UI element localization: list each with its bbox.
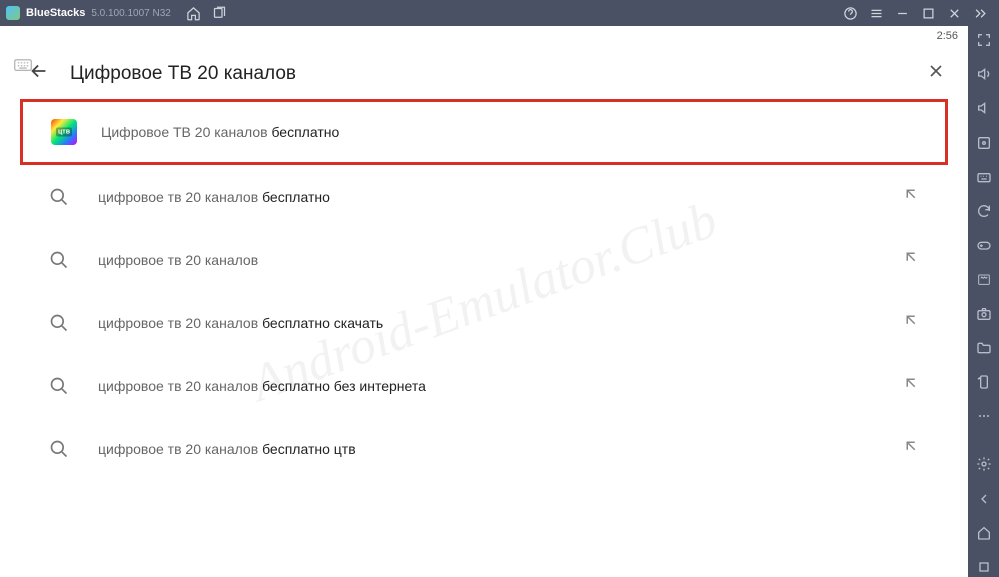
search-result-row[interactable]: цифровое тв 20 каналов бесплатно скачать	[20, 291, 948, 354]
result-text: цифровое тв 20 каналов бесплатно цтв	[98, 441, 902, 457]
rotate-icon[interactable]	[973, 372, 995, 392]
apk-install-icon[interactable]	[973, 269, 995, 289]
more-icon[interactable]	[973, 406, 995, 426]
clear-search-icon[interactable]	[926, 61, 946, 86]
keymap-icon[interactable]	[973, 167, 995, 187]
home-icon[interactable]	[181, 0, 207, 26]
result-text: цифровое тв 20 каналов бесплатно	[98, 189, 902, 205]
search-results: Цифровое ТВ 20 каналов бесплатно цифровое…	[0, 95, 968, 484]
volume-down-icon[interactable]	[973, 98, 995, 118]
menu-icon[interactable]	[863, 0, 889, 26]
search-icon	[48, 439, 70, 459]
search-icon	[48, 313, 70, 333]
titlebar: BlueStacks 5.0.100.1007 N32	[0, 0, 999, 26]
android-statusbar: 2:56	[0, 26, 968, 46]
nav-back-icon[interactable]	[973, 488, 995, 508]
search-icon	[48, 250, 70, 270]
insert-arrow-icon[interactable]	[902, 185, 920, 208]
keyboard-icon[interactable]	[14, 58, 32, 76]
result-text: цифровое тв 20 каналов	[98, 252, 902, 268]
controller-icon[interactable]	[973, 235, 995, 255]
lock-cursor-icon[interactable]	[973, 133, 995, 153]
search-result-row[interactable]: цифровое тв 20 каналов бесплатно	[20, 165, 948, 228]
close-window-icon[interactable]	[941, 0, 967, 26]
maximize-icon[interactable]	[915, 0, 941, 26]
fullscreen-icon[interactable]	[973, 30, 995, 50]
insert-arrow-icon[interactable]	[902, 374, 920, 397]
nav-home-icon[interactable]	[973, 523, 995, 543]
search-result-row[interactable]: цифровое тв 20 каналов	[20, 228, 948, 291]
bluestacks-logo-icon	[6, 6, 20, 20]
search-header: Цифровое ТВ 20 каналов	[0, 46, 968, 95]
search-result-row[interactable]: цифровое тв 20 каналов бесплатно цтв	[20, 417, 948, 480]
sync-icon[interactable]	[973, 201, 995, 221]
insert-arrow-icon[interactable]	[902, 311, 920, 334]
screenshot-icon[interactable]	[973, 304, 995, 324]
volume-up-icon[interactable]	[973, 64, 995, 84]
search-result-row[interactable]: Цифровое ТВ 20 каналов бесплатно	[20, 99, 948, 165]
insert-arrow-icon[interactable]	[902, 437, 920, 460]
content-area: 2:56 Цифровое ТВ 20 каналов Цифровое ТВ …	[0, 26, 968, 577]
insert-arrow-icon[interactable]	[902, 248, 920, 271]
app-version: 5.0.100.1007 N32	[91, 8, 171, 19]
collapse-panel-icon[interactable]	[967, 0, 993, 26]
result-text: цифровое тв 20 каналов бесплатно скачать	[98, 315, 902, 331]
minimize-icon[interactable]	[889, 0, 915, 26]
settings-icon[interactable]	[973, 454, 995, 474]
folder-icon[interactable]	[973, 338, 995, 358]
nav-recents-icon[interactable]	[973, 557, 995, 577]
recents-icon[interactable]	[207, 0, 233, 26]
side-toolbar	[968, 26, 999, 577]
search-query[interactable]: Цифровое ТВ 20 каналов	[70, 63, 906, 85]
search-result-row[interactable]: цифровое тв 20 каналов бесплатно без инт…	[20, 354, 948, 417]
result-text: цифровое тв 20 каналов бесплатно без инт…	[98, 378, 902, 394]
search-icon	[48, 187, 70, 207]
help-icon[interactable]	[837, 0, 863, 26]
clock: 2:56	[937, 30, 958, 42]
app-icon	[51, 119, 77, 145]
result-text: Цифровое ТВ 20 каналов бесплатно	[101, 124, 917, 140]
search-icon	[48, 376, 70, 396]
app-name: BlueStacks	[26, 7, 85, 19]
